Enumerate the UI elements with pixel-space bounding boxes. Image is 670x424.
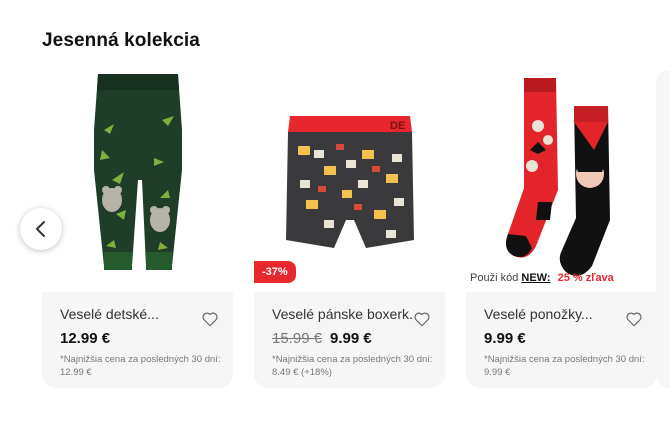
current-price: 12.99 € — [60, 330, 111, 347]
lowest-price-note: *Najnižšia cena za posledných 30 dní: 9.… — [484, 354, 645, 378]
next-product-card-peek[interactable] — [656, 70, 670, 388]
chevron-left-icon — [36, 221, 45, 237]
product-name[interactable]: Veselé pánske boxerk... — [272, 306, 412, 322]
product-card[interactable]: DE -37% Veselé pánske boxerk... 15.99 € … — [254, 70, 445, 388]
product-image-kids-tights[interactable] — [42, 70, 233, 292]
promo-prefix: Použi kód — [470, 272, 519, 284]
current-price: 9.99 € — [330, 330, 372, 347]
product-name[interactable]: Veselé detské... — [60, 306, 200, 322]
product-price: 12.99 € — [60, 330, 110, 347]
current-price: 9.99 € — [484, 330, 526, 347]
promo-code-banner: Použi kód NEW: 25 % zľava — [470, 272, 614, 284]
heart-icon[interactable] — [625, 310, 643, 328]
promo-discount: 25 % zľava — [557, 272, 614, 284]
promo-code: NEW: — [521, 272, 551, 284]
heart-icon[interactable] — [201, 310, 219, 328]
lowest-price-note: *Najnižšia cena za posledných 30 dní: 12… — [60, 354, 221, 378]
old-price: 15.99 € — [272, 330, 323, 347]
product-price: 9.99 € — [484, 330, 526, 347]
heart-icon[interactable] — [413, 310, 431, 328]
carousel-prev-button[interactable] — [20, 208, 62, 250]
discount-badge: -37% — [254, 261, 296, 283]
product-card[interactable]: Veselé detské... 12.99 € *Najnižšia cena… — [42, 70, 233, 388]
product-image-boxer-shorts[interactable]: DE -37% — [254, 70, 445, 292]
product-card[interactable]: Použi kód NEW: 25 % zľava Veselé ponožky… — [466, 70, 657, 388]
lowest-price-note: *Najnižšia cena za posledných 30 dní: 8.… — [272, 354, 433, 378]
section-title: Jesenná kolekcia — [42, 30, 200, 51]
product-image-socks[interactable]: Použi kód NEW: 25 % zľava — [466, 70, 657, 292]
product-name[interactable]: Veselé ponožky... — [484, 306, 624, 322]
svg-text:DE: DE — [390, 120, 405, 132]
product-price: 15.99 € 9.99 € — [272, 330, 372, 347]
